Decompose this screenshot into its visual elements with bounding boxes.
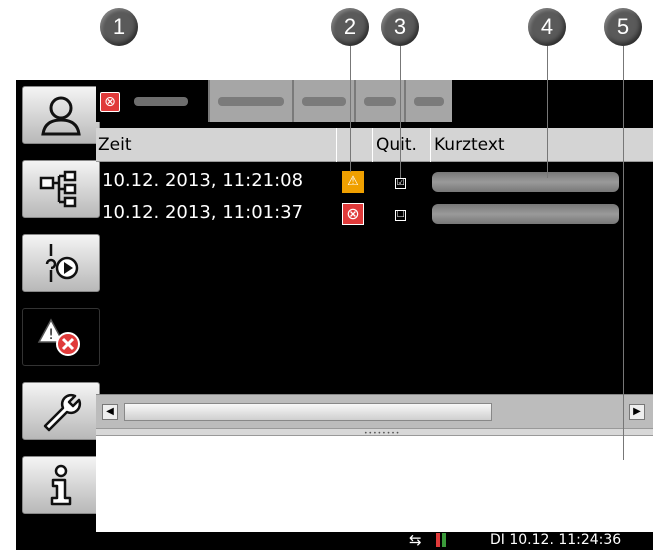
tab-4[interactable]: [354, 80, 404, 122]
tab-label-redacted: [302, 97, 346, 106]
leader-line-3: [400, 46, 401, 178]
column-header-text[interactable]: Kurztext: [434, 135, 505, 155]
wrench-icon: [43, 393, 82, 432]
tab-error[interactable]: ⊗: [96, 80, 208, 122]
table-row[interactable]: 10.12. 2013, 11:21:08: [102, 170, 303, 198]
ack-checkbox[interactable]: ☐: [395, 210, 406, 221]
tab-label-redacted: [218, 97, 284, 106]
sidebar-info-button[interactable]: [22, 456, 100, 514]
callout-5: 5: [604, 8, 642, 46]
detail-pane: [96, 436, 653, 532]
signal-icon: [442, 533, 446, 547]
leader-line-5: [623, 46, 624, 460]
info-icon: [50, 464, 72, 506]
sidebar-hierarchy-button[interactable]: [22, 160, 100, 218]
tab-2[interactable]: [208, 80, 292, 122]
sidebar-process-button[interactable]: [22, 234, 100, 292]
user-icon: [41, 96, 81, 136]
leader-line-4: [547, 46, 548, 178]
short-text-redacted: [432, 204, 619, 224]
table-header: Zeit Quit. Kurztext: [96, 128, 653, 162]
ack-checkbox[interactable]: ☑: [395, 178, 406, 189]
tab-label-redacted: [414, 97, 444, 106]
sidebar-settings-button[interactable]: [22, 382, 100, 440]
scroll-right-icon[interactable]: ▶: [629, 404, 645, 420]
sidebar-user-button[interactable]: [22, 86, 100, 144]
scroll-thumb[interactable]: [124, 403, 492, 421]
horizontal-scrollbar[interactable]: ◀ ▶: [96, 394, 653, 428]
callout-2: 2: [331, 8, 369, 46]
tab-3[interactable]: [292, 80, 354, 122]
callout-3: 3: [381, 8, 419, 46]
row-time: 10.12. 2013, 11:01:37: [102, 202, 304, 223]
scroll-left-icon[interactable]: ◀: [102, 404, 118, 420]
row-time: 10.12. 2013, 11:21:08: [102, 170, 304, 191]
tab-5[interactable]: [404, 80, 452, 122]
leader-line-2: [350, 46, 351, 172]
sidebar-alarm-button[interactable]: !: [22, 308, 100, 366]
column-header-time[interactable]: Zeit: [98, 135, 132, 155]
short-text-redacted: [432, 172, 619, 192]
warning-icon: ⚠: [342, 171, 364, 193]
alarm-icon: !: [37, 318, 80, 356]
hierarchy-icon: [39, 170, 77, 208]
tab-label-redacted: [364, 97, 396, 106]
status-datetime: DI 10.12. 11:24:36: [490, 532, 622, 548]
tab-label-redacted: [134, 97, 188, 106]
device-screen: ! ⊗ Zeit Quit. Kurztext 10.12. 2013, 11:…: [16, 80, 653, 550]
pane-splitter[interactable]: ••••••••: [96, 428, 653, 437]
process-play-icon: [45, 244, 79, 282]
callout-4: 4: [528, 8, 566, 46]
error-icon: ⊗: [342, 203, 364, 225]
callout-1: 1: [100, 8, 138, 46]
table-row[interactable]: 10.12. 2013, 11:01:37: [102, 202, 303, 230]
svg-text:!: !: [48, 327, 54, 343]
connection-icon: ⇆: [409, 531, 422, 549]
status-bar: ⇆ DI 10.12. 11:24:36: [96, 531, 653, 550]
column-header-ack[interactable]: Quit.: [376, 135, 417, 155]
battery-icon: [436, 533, 440, 547]
error-icon: ⊗: [100, 92, 120, 112]
